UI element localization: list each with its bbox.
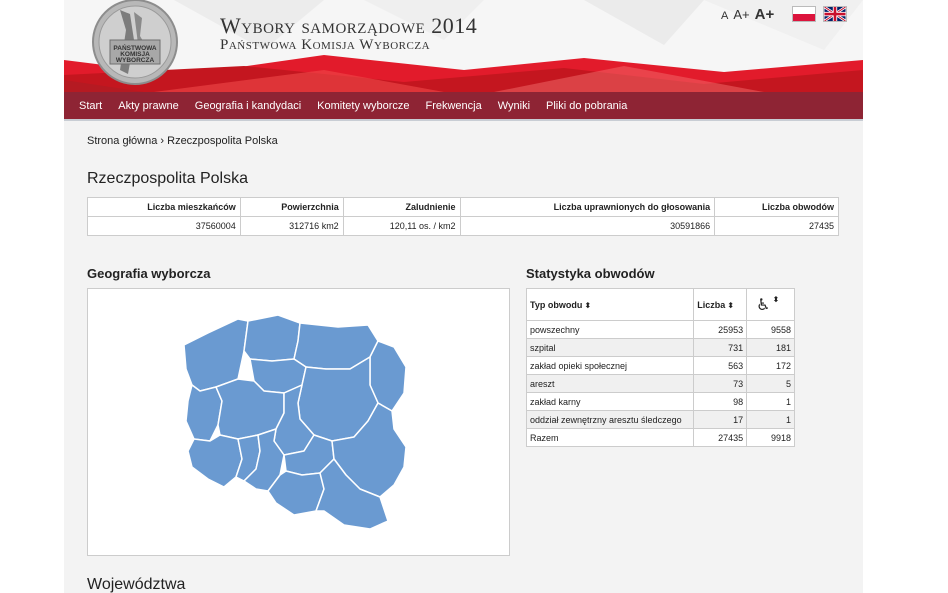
breadcrumb-home-link[interactable]: Strona główna: [87, 135, 157, 147]
summary-header-area: Powierzchnia: [239, 197, 344, 217]
main-navigation: Start Akty prawne Geografia i kandydaci …: [64, 92, 863, 121]
poland-map-panel: [87, 288, 510, 556]
summary-header-voters: Liczba uprawnionych do głosowania: [459, 197, 716, 217]
table-row: zakład karny 98 1: [525, 392, 795, 411]
region-pomorskie[interactable]: [243, 314, 301, 362]
district-count: 98: [693, 392, 748, 411]
sort-icon: ⬍: [727, 300, 734, 310]
table-row: oddział zewnętrzny aresztu śledczego 17 …: [525, 410, 795, 429]
font-size-controls: A A+ A+: [721, 6, 774, 23]
nav-item-akty-prawne[interactable]: Akty prawne: [118, 100, 179, 112]
pkw-emblem-logo: PAŃSTWOWA KOMISJA WYBORCZA: [92, 0, 178, 85]
district-count: 27435: [693, 428, 748, 447]
breadcrumb-current: Rzeczpospolita Polska: [167, 135, 278, 147]
district-type: oddział zewnętrzny aresztu śledczego: [525, 410, 695, 429]
voivodeships-heading: Województwa: [87, 576, 186, 593]
stats-header-accessible[interactable]: ♿ ⬍: [746, 288, 795, 321]
summary-header-density: Zaludnienie: [342, 197, 461, 217]
summary-value-row: 37560004 312716 km2 120,11 os. / km2 305…: [87, 216, 839, 236]
summary-header-districts: Liczba obwodów: [714, 197, 839, 217]
district-count: 731: [693, 338, 748, 357]
summary-header-population: Liczba mieszkańców: [87, 197, 241, 217]
table-row: szpital 731 181: [525, 338, 795, 357]
nav-item-pliki[interactable]: Pliki do pobrania: [546, 100, 627, 112]
district-accessible-count: 1: [746, 392, 795, 411]
language-switcher: [792, 6, 847, 22]
summary-districts: 27435: [714, 216, 839, 236]
stats-header-count[interactable]: Liczba ⬍: [693, 288, 748, 321]
summary-population: 37560004: [87, 216, 241, 236]
district-statistics-table: Typ obwodu ⬍ Liczba ⬍ ♿ ⬍ powszechny 25953 …: [525, 288, 795, 447]
nav-item-frekwencja[interactable]: Frekwencja: [425, 100, 481, 112]
summary-header-row: Liczba mieszkańców Powierzchnia Zaludnie…: [87, 197, 839, 217]
district-type: areszt: [525, 374, 695, 393]
district-type: powszechny: [525, 320, 695, 339]
geography-heading: Geografia wyborcza: [87, 266, 211, 281]
poland-map: [183, 314, 407, 530]
district-accessible-count: 5: [746, 374, 795, 393]
statistics-heading: Statystyka obwodów: [526, 266, 655, 281]
district-type: Razem: [525, 428, 695, 447]
district-count: 17: [693, 410, 748, 429]
table-row: powszechny 25953 9558: [525, 320, 795, 339]
breadcrumb-separator: ›: [160, 135, 165, 147]
district-accessible-count: 1: [746, 410, 795, 429]
district-count: 73: [693, 374, 748, 393]
font-size-small-button[interactable]: A: [721, 10, 728, 22]
table-row-total: Razem 27435 9918: [525, 428, 795, 447]
site-title: Wybory samorządowe 2014: [220, 13, 478, 38]
nav-item-komitety[interactable]: Komitety wyborcze: [317, 100, 409, 112]
region-dolnoslaskie[interactable]: [187, 434, 243, 488]
district-type: zakład opieki społecznej: [525, 356, 695, 375]
wheelchair-icon: ♿: [756, 296, 771, 314]
district-type: szpital: [525, 338, 695, 357]
header: PAŃSTWOWA KOMISJA WYBORCZA Wybory samorz…: [64, 0, 863, 92]
sort-icon: ⬍: [772, 294, 780, 304]
summary-area: 312716 km2: [239, 216, 344, 236]
district-count: 563: [693, 356, 748, 375]
sort-icon: ⬍: [584, 300, 592, 310]
english-flag-icon[interactable]: [823, 6, 847, 22]
font-size-medium-button[interactable]: A+: [733, 7, 749, 22]
stats-header-count-label: Liczba: [697, 299, 726, 310]
district-accessible-count: 9558: [746, 320, 795, 339]
stats-header-type[interactable]: Typ obwodu ⬍: [525, 288, 695, 321]
district-accessible-count: 181: [746, 338, 795, 357]
district-accessible-count: 9918: [746, 428, 795, 447]
region-lubuskie[interactable]: [185, 384, 223, 442]
district-count: 25953: [693, 320, 748, 339]
summary-table: Liczba mieszkańców Powierzchnia Zaludnie…: [87, 197, 839, 236]
table-row: zakład opieki społecznej 563 172: [525, 356, 795, 375]
font-size-large-button[interactable]: A+: [755, 6, 775, 23]
site-subtitle: Państwowa Komisja Wyborcza: [220, 37, 431, 53]
summary-density: 120,11 os. / km2: [342, 216, 461, 236]
summary-voters: 30591866: [459, 216, 716, 236]
svg-text:WYBORCZA: WYBORCZA: [116, 57, 155, 64]
site-container: PAŃSTWOWA KOMISJA WYBORCZA Wybory samorz…: [64, 0, 863, 593]
nav-item-start[interactable]: Start: [79, 100, 102, 112]
nav-item-wyniki[interactable]: Wyniki: [498, 100, 530, 112]
page-title: Rzeczpospolita Polska: [87, 170, 248, 187]
district-accessible-count: 172: [746, 356, 795, 375]
nav-item-geografia[interactable]: Geografia i kandydaci: [195, 100, 301, 112]
breadcrumb: Strona główna › Rzeczpospolita Polska: [87, 135, 278, 147]
stats-header-type-label: Typ obwodu: [530, 299, 583, 310]
table-row: areszt 73 5: [525, 374, 795, 393]
district-type: zakład karny: [525, 392, 695, 411]
polish-flag-icon[interactable]: [792, 6, 816, 22]
stats-header-row: Typ obwodu ⬍ Liczba ⬍ ♿ ⬍: [525, 288, 795, 321]
